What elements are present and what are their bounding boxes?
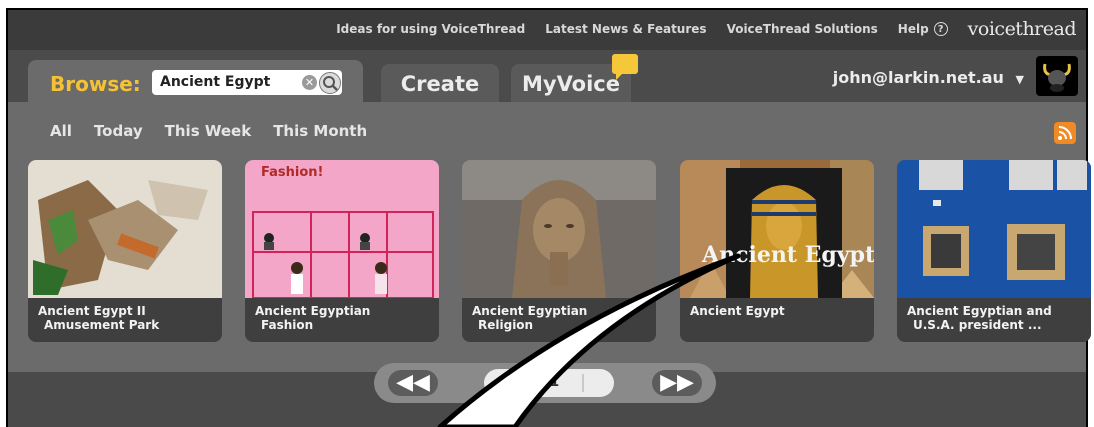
tab-browse[interactable]: Browse: Ancient Egypt ✕ (28, 60, 363, 104)
link-news[interactable]: Latest News & Features (545, 22, 706, 36)
card-title: Ancient Egypt II Amusement Park (38, 304, 160, 332)
link-solutions[interactable]: VoiceThread Solutions (727, 22, 878, 36)
filter-today[interactable]: Today (94, 122, 143, 140)
user-menu[interactable]: john@larkin.net.au ▼ (833, 68, 1024, 87)
search-input[interactable]: Ancient Egypt (160, 74, 270, 90)
card-title: Ancient Egyptian Fashion (255, 304, 371, 332)
top-links: Ideas for using VoiceThread Latest News … (336, 18, 1076, 40)
pagination: ◀◀ of 21 ▶▶ (374, 363, 716, 403)
card-title: Ancient Egypt (690, 304, 785, 318)
user-email: john@larkin.net.au (832, 68, 1004, 87)
page-indicator[interactable]: of 21 (484, 369, 614, 397)
speech-bubble-icon (612, 54, 638, 80)
thumb-text: Ancient Egypt (701, 242, 874, 268)
filter-this-week[interactable]: This Week (165, 122, 252, 140)
card-title: Ancient Egyptian Religion (472, 304, 588, 332)
double-right-arrow-icon[interactable]: ▶▶ (652, 370, 702, 396)
page-text: of 21 (522, 375, 560, 390)
link-ideas[interactable]: Ideas for using VoiceThread (336, 22, 525, 36)
search-field[interactable]: Ancient Egypt ✕ (152, 70, 342, 95)
clear-x-icon[interactable]: ✕ (302, 75, 317, 90)
thread-card[interactable]: Ancient Egypt Ancient Egypt (680, 160, 874, 342)
tutankhamun-mask-thumbnail: Ancient Egypt (680, 160, 874, 298)
magnifier-icon[interactable] (319, 72, 341, 94)
filter-this-month[interactable]: This Month (273, 122, 367, 140)
double-left-arrow-icon[interactable]: ◀◀ (388, 370, 438, 396)
brand-logo[interactable]: voicethread (968, 18, 1077, 40)
card-title: Ancient Egyptian and U.S.A. president ..… (907, 304, 1052, 332)
thread-card[interactable]: Ancient Egyptian and U.S.A. president ..… (897, 160, 1091, 342)
triangle-down-icon: ▼ (1015, 73, 1024, 86)
help-label: Help (897, 22, 929, 36)
rss-feed-icon[interactable] (1054, 122, 1076, 144)
pharaoh-statue-thumbnail (462, 160, 656, 298)
question-mark-circle-icon: ? (933, 22, 948, 36)
date-filters: All Today This Week This Month (50, 122, 367, 140)
thumb-text: Fashion! (261, 165, 323, 180)
top-bar: Ideas for using VoiceThread Latest News … (8, 10, 1086, 50)
thread-card[interactable]: Ancient Egyptian Religion (462, 160, 656, 342)
tab-create[interactable]: Create (381, 64, 499, 104)
filter-all[interactable]: All (50, 122, 72, 140)
pill-divider (582, 374, 584, 392)
thread-card[interactable]: Ancient Egypt II Amusement Park (28, 160, 222, 342)
tab-row: Browse: Ancient Egypt ✕ Create MyVoice j… (8, 50, 1086, 104)
pink-fashion-drawing-thumbnail: Fashion! (245, 160, 439, 298)
horned-helmet-avatar-icon[interactable] (1036, 56, 1078, 96)
browse-label: Browse: (50, 72, 141, 96)
hand-drawn-map-thumbnail (28, 160, 222, 298)
thread-card[interactable]: Fashion! Ancient Egyptian Fashion (245, 160, 439, 342)
help-link[interactable]: Help ? (898, 22, 948, 36)
blue-wall-frames-thumbnail (897, 160, 1091, 298)
